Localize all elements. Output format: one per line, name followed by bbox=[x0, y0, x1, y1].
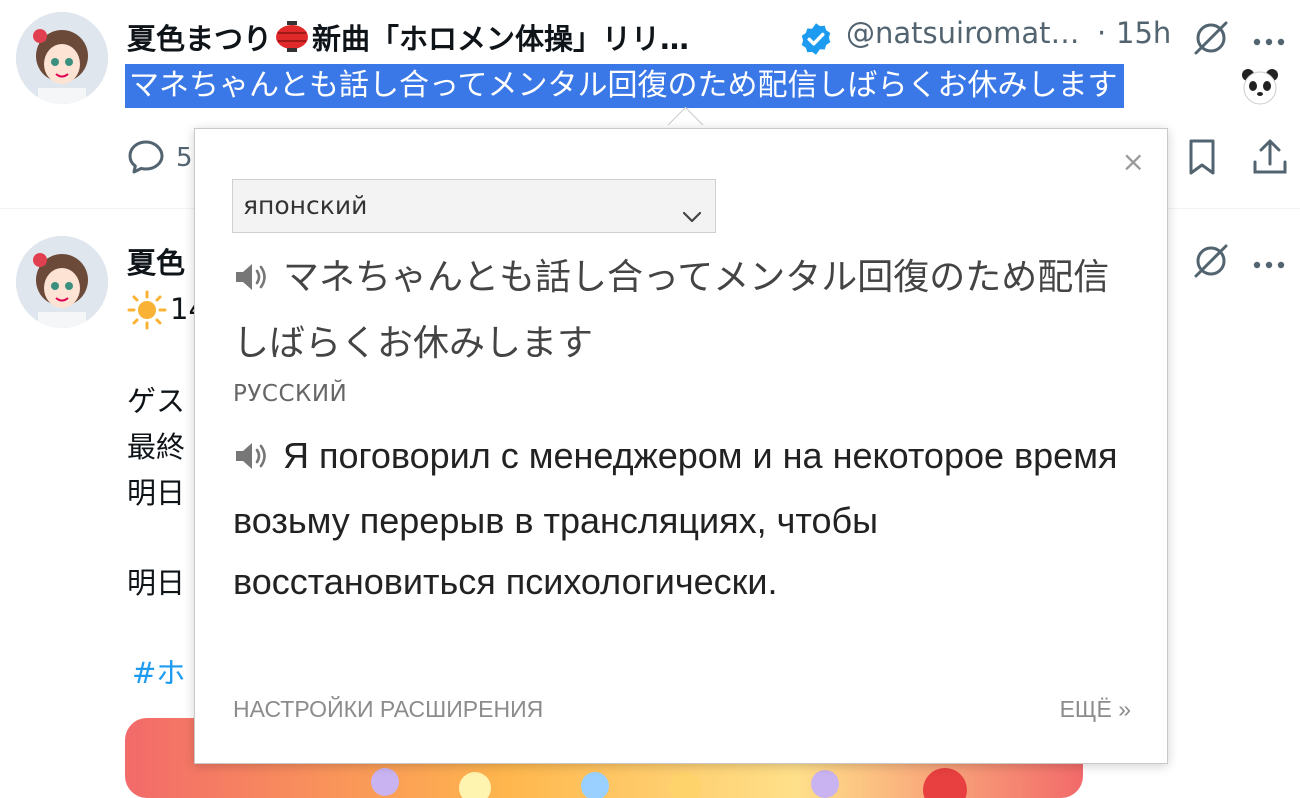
grok-icon[interactable] bbox=[1192, 242, 1230, 284]
more-link[interactable]: ЕЩЁ » bbox=[1060, 696, 1131, 723]
bookmark-icon[interactable] bbox=[1187, 138, 1217, 180]
speaker-icon[interactable] bbox=[233, 429, 271, 490]
time-separator: · bbox=[1097, 16, 1107, 50]
tweet-text-line: 最終 bbox=[127, 430, 186, 464]
avatar[interactable] bbox=[16, 236, 108, 328]
reply-count: 5 bbox=[176, 143, 193, 173]
lantern-emoji-icon bbox=[274, 21, 310, 60]
translation-popup: × японский マネちゃんとも話し合ってメンタル回復のため配信しばらくお休… bbox=[194, 128, 1168, 764]
display-name[interactable]: 夏色 bbox=[127, 240, 185, 282]
source-text-block: マネちゃんとも話し合ってメンタル回復のため配信しばらくお休みします bbox=[233, 247, 1113, 375]
grok-icon[interactable] bbox=[1192, 19, 1230, 61]
target-language-label: РУССКИЙ bbox=[233, 381, 348, 407]
more-icon[interactable] bbox=[1252, 32, 1286, 51]
display-name[interactable]: 夏色まつり 新曲「ホロメン体操」リリ… bbox=[127, 16, 689, 60]
selected-tweet-text[interactable]: マネちゃんとも話し合ってメンタル回復のため配信しばらくお休みします bbox=[125, 64, 1124, 108]
source-text: マネちゃんとも話し合ってメンタル回復のため配信しばらくお休みします bbox=[233, 257, 1110, 364]
translated-text: Я поговорил с менеджером и на некоторое … bbox=[233, 435, 1118, 602]
panda-emoji-icon bbox=[1240, 66, 1280, 110]
speaker-icon[interactable] bbox=[233, 251, 271, 313]
share-icon[interactable] bbox=[1252, 138, 1288, 180]
source-language-value: японский bbox=[243, 191, 368, 220]
avatar[interactable] bbox=[16, 12, 108, 104]
chevron-down-icon bbox=[681, 194, 703, 246]
translated-text-block: Я поговорил с менеджером и на некоторое … bbox=[233, 425, 1133, 612]
display-name-text: 夏色まつり bbox=[127, 22, 273, 56]
handle[interactable]: @natsuiromat… bbox=[846, 16, 1080, 50]
tweet-text-line: ゲス bbox=[127, 384, 186, 418]
display-name-rest: 新曲「ホロメン体操」リリ… bbox=[312, 22, 690, 56]
tweet-text-line: 明日 bbox=[127, 476, 186, 510]
extension-settings-link[interactable]: НАСТРОЙКИ РАСШИРЕНИЯ bbox=[233, 696, 543, 723]
source-language-select[interactable]: японский bbox=[232, 179, 716, 233]
sun-emoji-icon bbox=[127, 290, 167, 334]
tweet-text-line: 明日 bbox=[127, 566, 186, 600]
hashtag-link[interactable]: #ホ bbox=[132, 650, 185, 692]
timestamp[interactable]: 15h bbox=[1116, 16, 1171, 50]
close-button[interactable]: × bbox=[1122, 145, 1145, 178]
reply-icon[interactable] bbox=[127, 139, 165, 179]
verified-badge-icon bbox=[798, 21, 834, 61]
more-icon[interactable] bbox=[1252, 255, 1286, 274]
